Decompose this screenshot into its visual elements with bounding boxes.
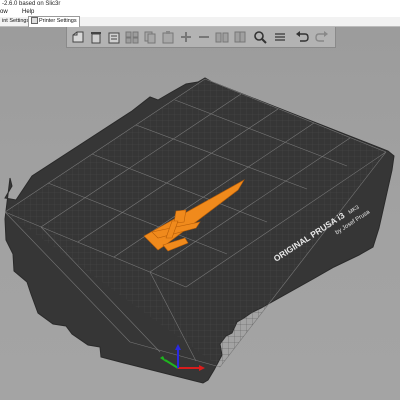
tab-print-settings[interactable]: int Settings bbox=[0, 17, 31, 26]
3d-viewport[interactable]: ORIGINAL PRUSA i3 MK3 by Josef Prusa bbox=[0, 27, 400, 400]
tab-bar: int Settings Printer Settings bbox=[0, 16, 400, 27]
tab-print-settings-label: int Settings bbox=[2, 18, 30, 24]
redo-icon[interactable] bbox=[315, 30, 329, 44]
copy-icon[interactable] bbox=[143, 30, 157, 44]
menu-item-window[interactable]: ow bbox=[0, 8, 8, 17]
plater-toolbar bbox=[66, 27, 336, 48]
title-bar: -2.6.0 based on Slic3r bbox=[0, 0, 400, 8]
printer-icon bbox=[31, 17, 38, 25]
print-bed-scene: ORIGINAL PRUSA i3 MK3 by Josef Prusa bbox=[4, 77, 395, 384]
undo-icon[interactable] bbox=[295, 30, 309, 44]
remove-instance-icon[interactable] bbox=[197, 30, 211, 44]
tab-printer-settings[interactable]: Printer Settings bbox=[28, 16, 80, 27]
search-icon[interactable] bbox=[253, 30, 267, 44]
paste-icon[interactable] bbox=[161, 30, 175, 44]
tab-printer-settings-label: Printer Settings bbox=[39, 18, 77, 24]
delete-all-icon[interactable] bbox=[107, 30, 121, 44]
delete-icon[interactable] bbox=[89, 30, 103, 44]
window-title: -2.6.0 based on Slic3r bbox=[2, 1, 61, 7]
layers-icon[interactable] bbox=[273, 30, 287, 44]
split-parts-icon[interactable] bbox=[233, 30, 247, 44]
add-icon[interactable] bbox=[71, 30, 85, 44]
split-objects-icon[interactable] bbox=[215, 30, 229, 44]
arrange-icon[interactable] bbox=[125, 30, 139, 44]
add-instance-icon[interactable] bbox=[179, 30, 193, 44]
